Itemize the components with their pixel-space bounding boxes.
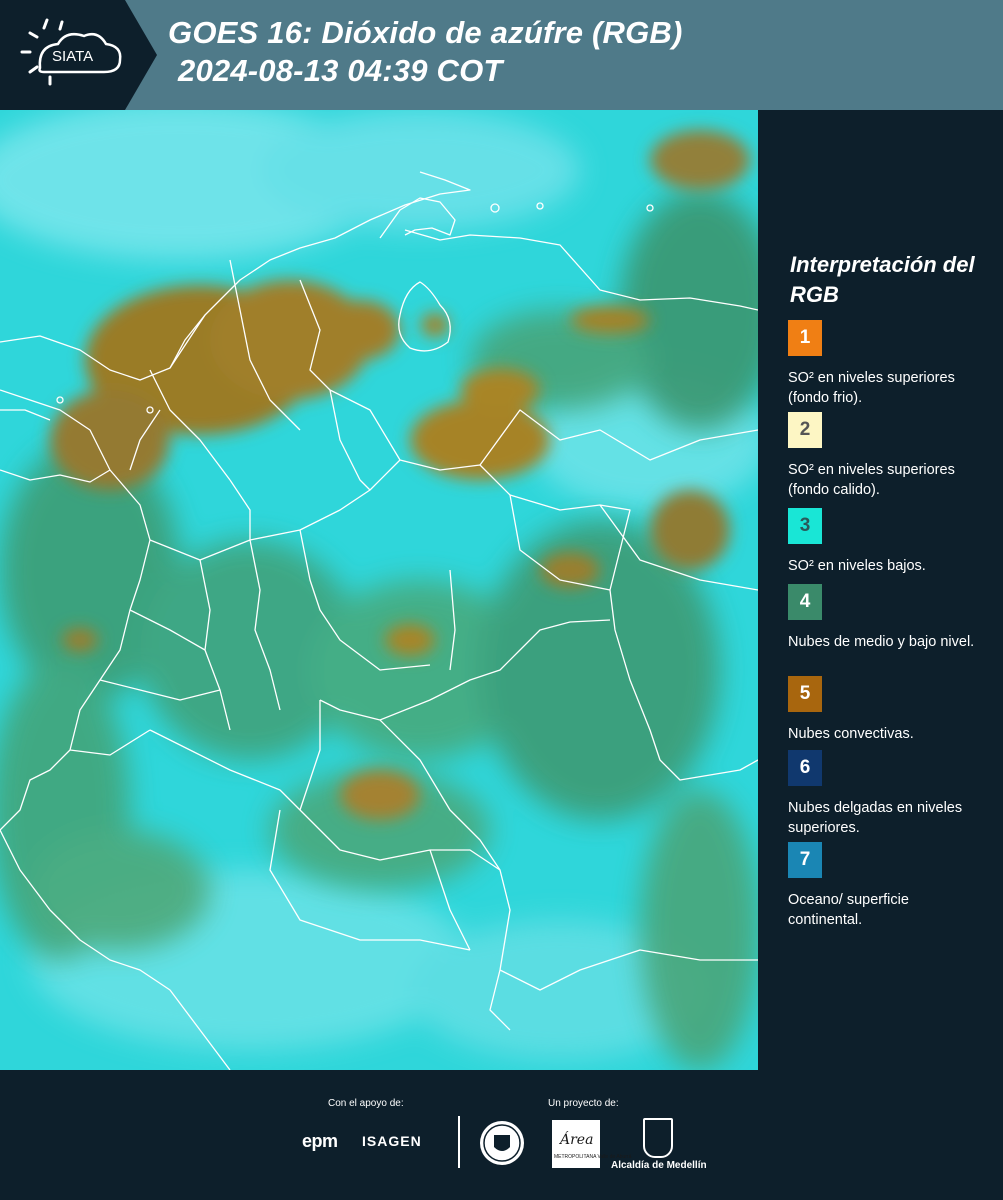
area-metropolitana-logo: Área METROPOLITANA Valle de Aburrá — [552, 1120, 631, 1168]
logo-text: SIATA — [52, 48, 93, 65]
legend-swatch: 7 — [788, 842, 822, 878]
siata-logo: SIATA — [0, 0, 157, 110]
legend-swatch: 2 — [788, 412, 822, 448]
footer-divider — [458, 1116, 460, 1168]
legend-text: Nubes convectivas. — [788, 726, 914, 742]
medellin-shield-icon — [643, 1118, 673, 1158]
header-bar: SIATA GOES 16: Dióxido de azúfre (RGB) 2… — [0, 0, 1003, 110]
legend-text: SO² en niveles bajos. — [788, 558, 926, 574]
project-label: Un proyecto de: — [548, 1098, 619, 1109]
legend-swatch: 5 — [788, 676, 822, 712]
legend-item-3: 3 SO² en niveles bajos. — [788, 508, 978, 576]
page-title: GOES 16: Dióxido de azúfre (RGB) 2024-08… — [168, 14, 683, 90]
legend-swatch: 4 — [788, 584, 822, 620]
footer: Con el apoyo de: Un proyecto de: epm ISA… — [0, 1070, 1003, 1200]
support-label: Con el apoyo de: — [328, 1098, 404, 1109]
legend-text: SO² en niveles superiores (fondo calido)… — [788, 462, 955, 498]
legend-text: SO² en niveles superiores (fondo frio). — [788, 370, 955, 406]
title-line2: 2024-08-13 04:39 COT — [178, 53, 503, 88]
isagen-logo: ISAGEN — [362, 1133, 422, 1149]
legend-item-5: 5 Nubes convectivas. — [788, 676, 978, 744]
legend-item-4: 4 Nubes de medio y bajo nivel. — [788, 584, 978, 652]
title-line1: GOES 16: Dióxido de azúfre (RGB) — [168, 15, 683, 50]
legend-swatch: 6 — [788, 750, 822, 786]
legend-item-2: 2 SO² en niveles superiores (fondo calido… — [788, 412, 978, 500]
alcaldia-medellin-logo: Alcaldía de Medellín — [611, 1160, 707, 1171]
legend-panel: Interpretación del RGB 1 SO² en niveles s… — [758, 110, 1003, 1070]
legend-item-7: 7 Oceano/ superficie continental. — [788, 842, 978, 930]
legend-text: Nubes delgadas en niveles superiores. — [788, 800, 963, 836]
seal-logo — [480, 1121, 524, 1165]
legend-title: Interpretación del RGB — [790, 252, 975, 307]
area-logo-word: Área — [560, 1132, 594, 1148]
satellite-map — [0, 110, 758, 1070]
epm-logo: epm — [302, 1131, 338, 1151]
legend-text: Nubes de medio y bajo nivel. — [788, 634, 975, 650]
legend-item-1: 1 SO² en niveles superiores (fondo frio). — [788, 320, 978, 408]
legend-swatch: 3 — [788, 508, 822, 544]
legend-text: Oceano/ superficie continental. — [788, 892, 909, 928]
legend-item-6: 6 Nubes delgadas en niveles superiores. — [788, 750, 978, 838]
legend-swatch: 1 — [788, 320, 822, 356]
